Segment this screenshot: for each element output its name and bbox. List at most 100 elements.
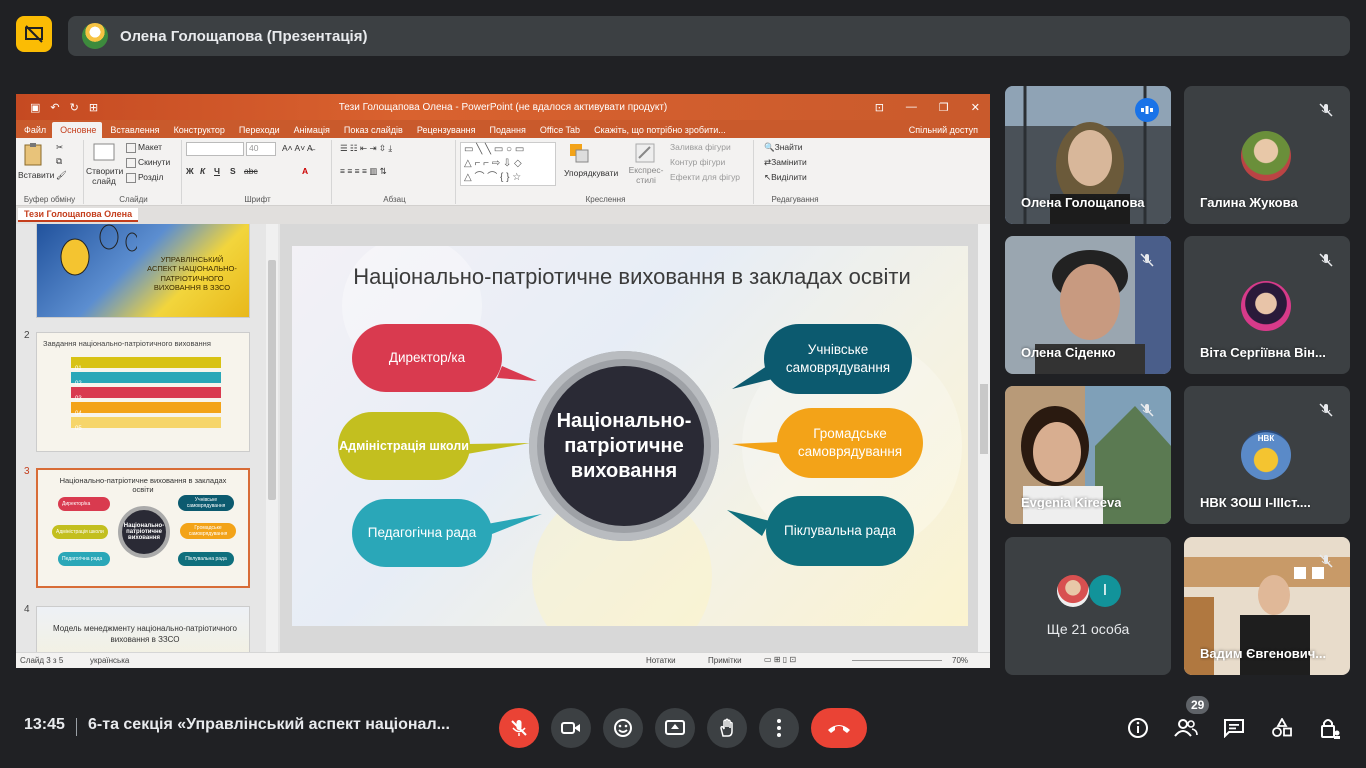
section-button[interactable]: Розділ	[126, 172, 163, 183]
align-icon[interactable]: ≡ ≡ ≡ ≡ ▥ ⇅	[340, 166, 387, 177]
shape-effects-button[interactable]: Ефекти для фігур	[670, 172, 740, 182]
tab-insert[interactable]: Вставлення	[102, 125, 165, 138]
quick-styles-button[interactable]: Експрес-стилі	[626, 165, 666, 186]
thumbnail-slide-1[interactable]: УПРАВЛІНСЬКИЙ АСПЕКТ НАЦІОНАЛЬНО-ПАТРІОТ…	[36, 224, 250, 318]
shapes-gallery[interactable]: ▭ ╲ ╲ ▭ ○ ▭ △ ⌐ ⌐ ⇨ ⇩ ◇ △ ⌒ ⌒ { } ☆	[460, 142, 556, 186]
presentation-indicator-icon[interactable]	[16, 16, 52, 52]
tab-slideshow[interactable]: Показ слайдів	[336, 125, 409, 138]
meeting-details-button[interactable]	[1124, 714, 1152, 742]
share-button[interactable]: Спільний доступ	[909, 125, 978, 135]
thumbnail-4-number: 4	[24, 604, 30, 615]
raise-hand-button[interactable]	[707, 708, 747, 748]
tab-animations[interactable]: Анімація	[286, 125, 336, 138]
arrange-icon[interactable]	[568, 142, 590, 166]
participants-count-badge: 29	[1186, 696, 1210, 714]
thumbnail-2-row: 03	[71, 387, 221, 402]
microphone-off-button[interactable]	[499, 708, 539, 748]
tab-review[interactable]: Рецензування	[409, 125, 482, 138]
font-size-field[interactable]: 40	[246, 142, 276, 156]
ribbon-display-icon[interactable]: ⊡	[875, 101, 884, 114]
italic-button[interactable]: К	[200, 166, 205, 176]
select-button[interactable]: ↖Виділити	[764, 172, 807, 183]
minimize-icon[interactable]: —	[906, 101, 917, 114]
participant-tile[interactable]: НВК НВК ЗОШ І-ІІІст....	[1184, 386, 1350, 524]
shape-fill-button[interactable]: Заливка фігури	[670, 142, 731, 152]
strikethrough-button[interactable]: abc	[244, 166, 258, 176]
more-options-button[interactable]	[759, 708, 799, 748]
font-name-field[interactable]	[186, 142, 244, 156]
divider	[76, 718, 77, 736]
tab-view[interactable]: Подання	[482, 125, 532, 138]
new-slide-icon[interactable]	[92, 142, 116, 166]
comments-button[interactable]: Примітки	[708, 656, 742, 665]
camera-button[interactable]	[551, 708, 591, 748]
tab-home[interactable]: Основне	[52, 122, 103, 138]
thumbnail-2-number: 2	[24, 330, 30, 341]
leave-call-button[interactable]	[811, 708, 867, 748]
close-icon[interactable]: ✕	[971, 101, 980, 114]
notes-button[interactable]: Нотатки	[646, 656, 676, 665]
shape-outline-button[interactable]: Контур фігури	[670, 157, 725, 167]
paste-button[interactable]: Вставити	[18, 170, 54, 180]
paste-icon[interactable]	[22, 142, 46, 170]
activities-button[interactable]	[1268, 714, 1296, 742]
participant-name: Галина Жукова	[1200, 195, 1298, 210]
format-painter-icon[interactable]: 🖌	[56, 170, 67, 181]
maximize-icon[interactable]: ❐	[939, 101, 949, 114]
slide-thumbnails-pane[interactable]: УПРАВЛІНСЬКИЙ АСПЕКТ НАЦІОНАЛЬНО-ПАТРІОТ…	[16, 224, 280, 652]
thumbnail-slide-2[interactable]: Завдання національно-патріотичного вихов…	[36, 332, 250, 452]
meeting-title[interactable]: 6-та секція «Управлінський аспект націон…	[88, 716, 450, 734]
participant-avatar	[1241, 131, 1291, 181]
participant-tile[interactable]: Галина Жукова	[1184, 86, 1350, 224]
arrange-button[interactable]: Упорядкувати	[564, 168, 618, 178]
quick-styles-icon[interactable]	[634, 142, 656, 166]
layout-button[interactable]: Макет	[126, 142, 162, 153]
underline-button[interactable]: Ч	[214, 166, 220, 176]
participant-tile[interactable]: Олена Сіденко	[1005, 236, 1171, 374]
view-buttons[interactable]: ▭ ⊞ ▯ ⊡	[764, 655, 796, 664]
reset-button[interactable]: Скинути	[126, 157, 170, 168]
participant-tile[interactable]: Віта Сергіївна Він...	[1184, 236, 1350, 374]
thumbnail-slide-3[interactable]: Національно-патріотичне виховання в закл…	[36, 468, 250, 588]
thumbnail-2-row: 05	[71, 417, 221, 432]
group-label-slides: Слайди	[119, 195, 148, 204]
bold-button[interactable]: Ж	[186, 166, 194, 176]
chat-button[interactable]	[1220, 714, 1248, 742]
tab-file[interactable]: Файл	[16, 125, 52, 138]
group-label-clipboard: Буфер обміну	[23, 195, 76, 204]
font-color-button[interactable]: A	[302, 166, 308, 176]
participant-tile[interactable]: Evgenia Kireeva	[1005, 386, 1171, 524]
replace-button[interactable]: ⇄Замінити	[764, 157, 807, 168]
tab-office-tab[interactable]: Office Tab	[532, 125, 586, 138]
more-participants-tile[interactable]: I Ще 21 особа	[1005, 537, 1171, 675]
people-button[interactable]	[1172, 714, 1200, 742]
thumbnail-slide-4[interactable]: Модель менеджменту національно-патріотич…	[36, 606, 250, 652]
thumbnails-scrollbar[interactable]	[266, 224, 278, 652]
ppt-titlebar: ▣ ↶ ↻ ⊞ Тези Голощапова Олена - PowerPoi…	[16, 94, 990, 120]
tell-me-box[interactable]: Скажіть, що потрібно зробити...	[586, 125, 732, 138]
bullets-icon[interactable]: ☰ ☷ ⇤ ⇥ ⇳ ⤓	[340, 143, 392, 154]
participant-tile[interactable]: Вадим Євгенович...	[1184, 537, 1350, 675]
host-controls-button[interactable]	[1316, 714, 1344, 742]
shadow-button[interactable]: S	[230, 166, 236, 176]
presenter-bar[interactable]: Олена Голощапова (Презентація)	[68, 16, 1350, 56]
tab-design[interactable]: Конструктор	[166, 125, 231, 138]
current-slide[interactable]: Національно-патріотичне виховання в закл…	[292, 246, 968, 626]
center-circle: Національно-патріотичне виховання	[544, 366, 704, 526]
zoom-level[interactable]: 70%	[952, 656, 968, 665]
find-button[interactable]: 🔍Знайти	[764, 142, 803, 153]
font-grow-icon[interactable]: A˄ A˅ A̶	[282, 143, 313, 153]
slide-scrollbar[interactable]	[978, 224, 990, 652]
copy-icon[interactable]: ⧉	[56, 156, 62, 167]
document-tab[interactable]: Тези Голощапова Олена	[18, 208, 139, 222]
thumbnail-2-row: 04	[71, 402, 221, 417]
new-slide-button[interactable]: Створити слайд	[86, 166, 123, 186]
present-screen-button[interactable]	[655, 708, 695, 748]
language-indicator[interactable]: українська	[90, 656, 129, 665]
participant-tile[interactable]: Олена Голощапова	[1005, 86, 1171, 224]
reactions-button[interactable]	[603, 708, 643, 748]
cut-icon[interactable]: ✂	[56, 142, 63, 153]
zoom-slider[interactable]	[852, 660, 942, 661]
tab-transitions[interactable]: Переходи	[231, 125, 286, 138]
group-editing: 🔍Знайти ⇄Замінити ↖Виділити Редагування	[756, 140, 834, 204]
